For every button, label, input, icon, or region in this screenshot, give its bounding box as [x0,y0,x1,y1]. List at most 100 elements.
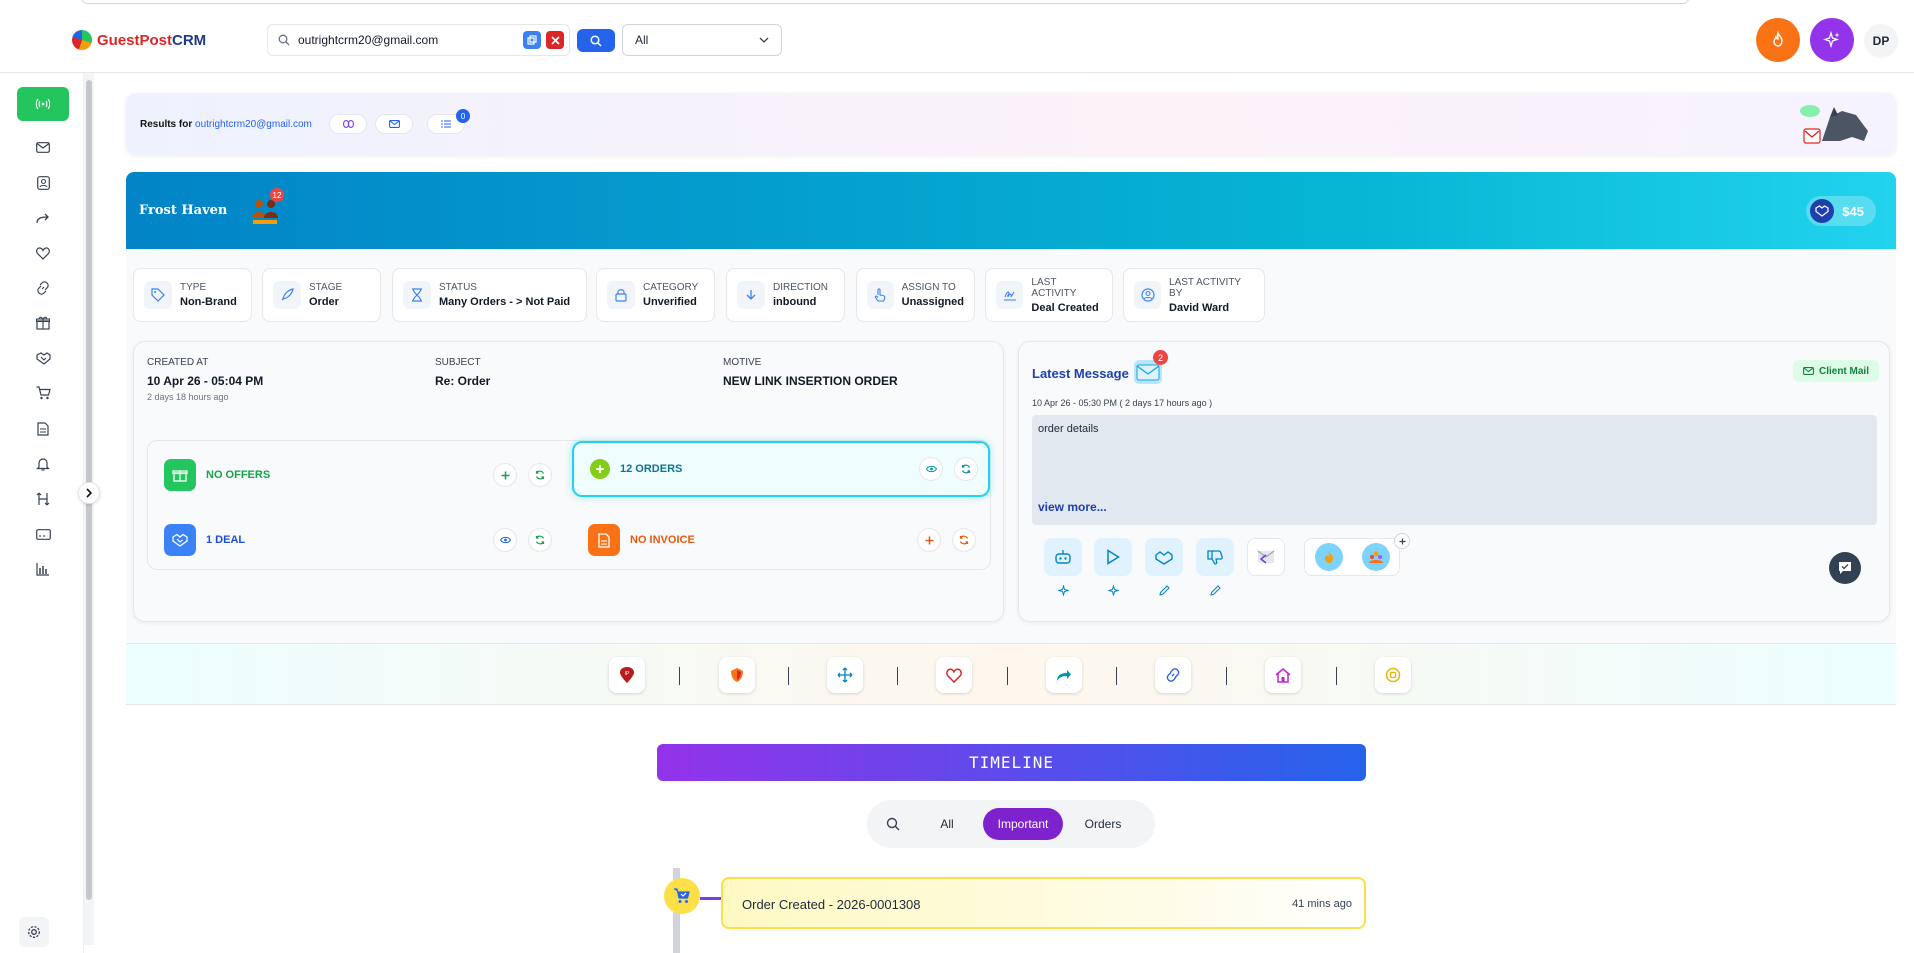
refresh-deal-button[interactable] [528,528,552,552]
latest-message-title: Latest Message [1032,366,1129,381]
sidebar-item-offers[interactable] [33,313,53,333]
timeline-event-time: 41 mins ago [1292,898,1352,910]
copy-button[interactable] [523,31,541,49]
client-mail-badge[interactable]: Client Mail [1792,360,1879,382]
chat-check-icon [1839,562,1851,574]
user-avatar[interactable]: DP [1864,24,1898,58]
mail-reply-button[interactable] [1247,538,1285,576]
ai-assistant-button[interactable] [1810,18,1854,62]
invoice-tile[interactable]: NO INVOICE [572,514,990,566]
deals-tile[interactable]: 1 DEAL [148,514,570,566]
handshake-icon [35,351,51,365]
results-bar: Results for outrightcrm20@gmail.com 0 [126,93,1896,155]
add-reaction-button[interactable] [1394,533,1410,549]
mail-icon [36,141,50,153]
timeline-event-card[interactable]: Order Created - 2026-0001308 41 mins ago [721,877,1366,929]
browser-edge [80,0,1690,4]
info-type[interactable]: TYPE Non-Brand [133,268,252,322]
divider [1116,667,1117,685]
sidebar-item-orders[interactable] [33,383,53,403]
info-assign-to[interactable]: ASSIGN TO Unassigned [856,268,975,322]
results-email[interactable]: outrightcrm20@gmail.com [195,119,312,130]
invoice-document-icon [588,524,620,556]
hourglass-icon [403,281,431,309]
edit-pencil-icon[interactable] [1208,583,1222,597]
credit-card-icon [35,528,51,540]
link-button[interactable] [1155,657,1191,693]
rocket-icon [273,281,301,309]
sidebar-item-reminders[interactable] [33,454,53,474]
offers-tile[interactable]: NO OFFERS [148,449,570,501]
sidebar-item-favorites[interactable] [33,243,53,263]
handshake-icon [1810,199,1835,223]
refresh-orders-button[interactable] [954,457,978,481]
ai-reply-button[interactable] [1044,538,1082,576]
chat-button[interactable] [1829,552,1861,584]
sidebar-toggle-button[interactable] [78,482,100,504]
divider [897,667,898,685]
shield-button[interactable] [719,657,755,693]
fire-reaction-icon[interactable] [1314,543,1343,571]
team-reaction-icon[interactable] [1361,543,1390,571]
favorite-button[interactable] [936,657,972,693]
info-last-activity-by[interactable]: LAST ACTIVITY BY David Ward [1123,268,1265,322]
sidebar-item-reports[interactable] [33,559,53,579]
play-icon [1107,549,1120,565]
edit-pencil-icon[interactable] [1157,583,1171,597]
coin-button[interactable] [1375,657,1411,693]
sidebar-item-mail[interactable] [33,137,53,157]
search-icon [278,34,290,46]
sidebar-item-links[interactable] [33,278,53,298]
home-button[interactable] [1265,657,1301,693]
settings-button[interactable] [19,917,49,947]
results-mail-button[interactable] [375,114,413,134]
sidebar-item-cards[interactable] [33,524,53,544]
info-status[interactable]: STATUS Many Orders - > Not Paid [392,268,587,322]
add-invoice-button[interactable] [917,528,941,552]
arrow-down-icon [737,281,765,309]
info-last-activity[interactable]: LAST ACTIVITY Deal Created [985,268,1113,322]
timeline-search-button[interactable] [875,817,911,831]
info-direction[interactable]: DIRECTION inbound [726,268,845,322]
info-stage[interactable]: STAGE Order [262,268,381,322]
view-more-link[interactable]: view more... [1038,500,1107,514]
results-list-button[interactable]: 0 [427,109,470,134]
sidebar-item-deals[interactable] [33,348,53,368]
timeline-filter-all[interactable]: All [911,808,983,840]
sidebar-item-payments[interactable] [33,489,53,509]
view-deal-button[interactable] [493,528,517,552]
app-logo[interactable]: GuestPostCRM [72,30,206,50]
deal-amount-badge[interactable]: $45 [1806,196,1876,226]
move-button[interactable] [827,657,863,693]
orders-tile[interactable]: 12 ORDERS [572,441,990,497]
add-offer-button[interactable] [493,463,517,487]
refresh-offers-button[interactable] [528,463,552,487]
sidebar-item-forward[interactable] [33,208,53,228]
search-icon [590,34,602,47]
message-text: order details [1038,423,1099,435]
forward-button[interactable] [1046,657,1082,693]
eye-icon [499,536,511,544]
sidebar-item-contacts[interactable] [33,173,53,193]
deals-label: 1 DEAL [206,534,246,546]
ip-pin-button[interactable]: IP [609,657,645,693]
view-orders-button[interactable] [919,457,943,481]
reaction-group[interactable] [1304,538,1400,576]
sidebar-item-live[interactable] [17,87,69,121]
play-sequence-button[interactable] [1094,538,1132,576]
info-category[interactable]: CATEGORY Unverified [596,268,715,322]
info-category-value: Unverified [643,296,697,308]
search-filter-select[interactable]: All [622,24,782,56]
refresh-invoice-button[interactable] [952,528,976,552]
sidebar-item-invoices[interactable] [33,419,53,439]
search-button[interactable] [577,29,615,52]
created-at-value: 10 Apr 26 - 05:04 PM [147,374,264,388]
positive-reply-button[interactable] [1145,538,1183,576]
results-links-button[interactable] [329,114,367,134]
timeline-filter-important[interactable]: Important [983,808,1063,840]
search-input[interactable]: outrightcrm20@gmail.com [267,24,570,56]
clear-search-button[interactable] [546,31,564,49]
timeline-filter-orders[interactable]: Orders [1063,808,1143,840]
hot-leads-button[interactable] [1756,18,1800,62]
negative-reply-button[interactable] [1196,538,1234,576]
